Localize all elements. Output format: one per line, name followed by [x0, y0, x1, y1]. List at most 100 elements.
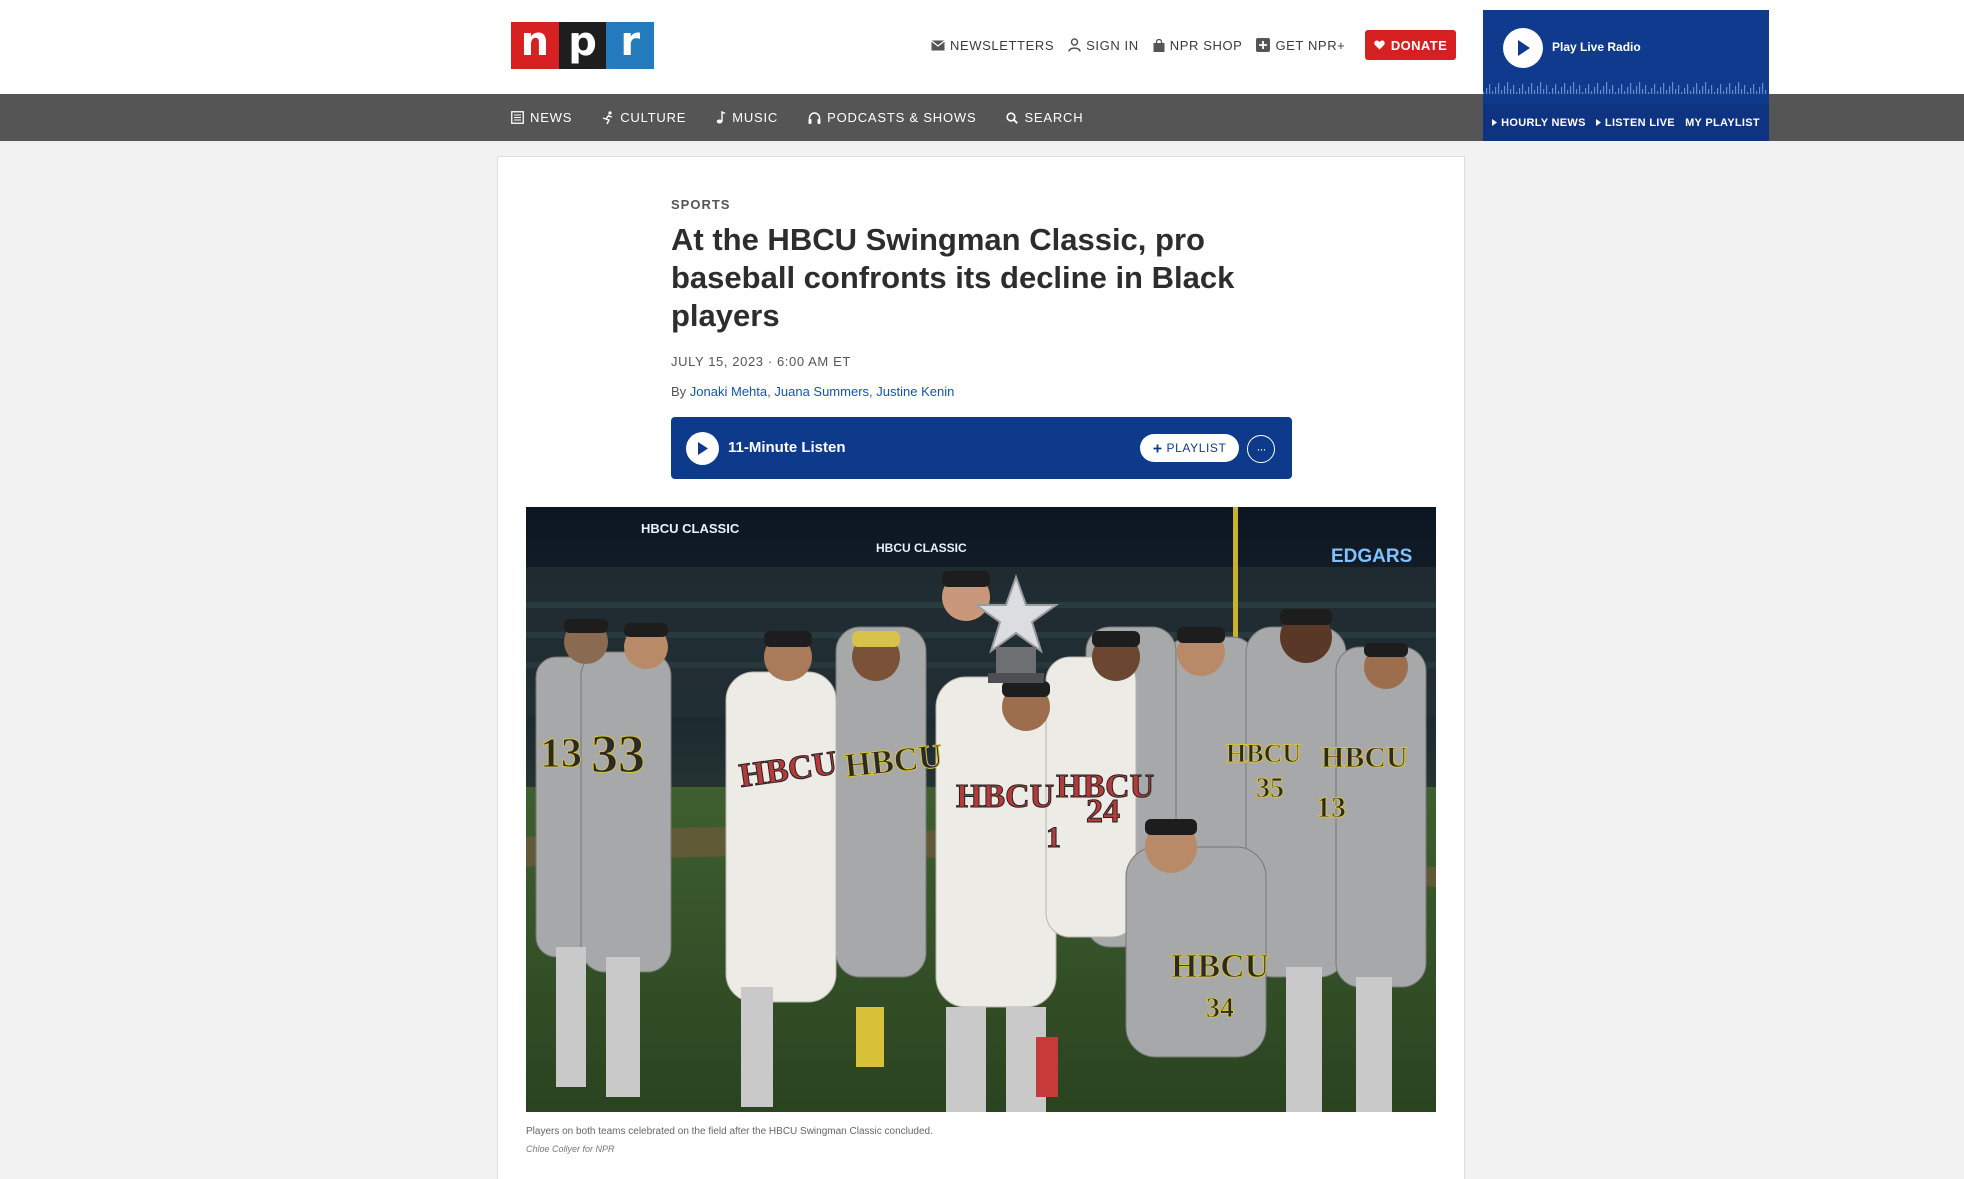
- waveform-bar: [1609, 89, 1611, 94]
- jumbotron-center-sign: HBCU CLASSIC: [876, 541, 967, 555]
- donate-button[interactable]: DONATE: [1365, 30, 1456, 60]
- waveform-bar: [1573, 82, 1575, 94]
- listen-live-label: LISTEN LIVE: [1604, 116, 1675, 129]
- waveform-bar: [1729, 83, 1731, 94]
- nav-music[interactable]: MUSIC: [716, 110, 778, 125]
- waveform-bar: [1597, 83, 1599, 94]
- audio-play-button[interactable]: [686, 432, 719, 465]
- waveform-bar: [1489, 84, 1491, 94]
- listen-live-link[interactable]: LISTEN LIVE: [1595, 116, 1675, 129]
- waveform-bar: [1669, 86, 1671, 94]
- sign-in-link[interactable]: SIGN IN: [1068, 38, 1139, 53]
- waveform-bar: [1558, 91, 1560, 94]
- jersey-number: 35: [1256, 773, 1284, 804]
- waveform-bar: [1648, 92, 1650, 94]
- waveform-bar: [1657, 91, 1659, 94]
- waveform-bar: [1675, 89, 1677, 94]
- nav-news-label: NEWS: [530, 110, 573, 125]
- article-dateline: JULY 15, 2023 · 6:00 AM ET: [671, 354, 851, 369]
- waveform-bar: [1654, 84, 1656, 94]
- author-link[interactable]: Justine Kenin: [876, 384, 954, 399]
- waveform-bar: [1738, 82, 1740, 94]
- waveform-bar: [1621, 84, 1623, 94]
- nav-news[interactable]: NEWS: [511, 110, 572, 125]
- waveform-bar: [1678, 85, 1680, 94]
- waveform-bar: [1741, 89, 1743, 94]
- edgars-sign: EDGARS: [1331, 546, 1412, 567]
- waveform-bar: [1549, 92, 1551, 94]
- article-slug[interactable]: SPORTS: [671, 197, 730, 212]
- article-headline: At the HBCU Swingman Classic, pro baseba…: [671, 222, 1235, 333]
- waveform-bar: [1537, 86, 1539, 94]
- lead-photo[interactable]: HBCU CLASSIC HBCU CLASSIC EDGARS 13 33 H…: [526, 507, 1436, 1112]
- plus-icon: [1153, 444, 1162, 452]
- waveform-bar: [1666, 90, 1668, 94]
- nav-podcasts-shows[interactable]: PODCASTS & SHOWS: [808, 110, 976, 125]
- waveform-bar: [1720, 84, 1722, 94]
- nav-music-label: MUSIC: [732, 110, 779, 125]
- author-link[interactable]: Jonaki Mehta: [690, 384, 767, 399]
- waveform-bar: [1681, 92, 1683, 94]
- waveform-bar: [1618, 88, 1620, 94]
- get-npr-plus-link[interactable]: GET NPR+: [1256, 38, 1345, 53]
- nav-culture-label: CULTURE: [620, 110, 687, 125]
- waveform-bar: [1759, 87, 1761, 94]
- waveform-bar: [1726, 87, 1728, 94]
- npr-logo[interactable]: n p r: [511, 22, 655, 69]
- my-playlist-link[interactable]: MY PLAYLIST: [1685, 117, 1760, 129]
- waveform-bar: [1747, 92, 1749, 94]
- waveform-bar: [1540, 82, 1542, 94]
- waveform-bar: [1612, 85, 1614, 94]
- jersey-lettering: HBCU: [956, 778, 1054, 815]
- author-separator: ,: [767, 384, 771, 399]
- audio-duration-label: 11-Minute Listen: [728, 439, 846, 456]
- jersey-number: 24: [1086, 793, 1120, 830]
- waveform-bar: [1510, 89, 1512, 94]
- waveform-bar: [1591, 91, 1593, 94]
- waveform-bar: [1603, 86, 1605, 94]
- nav-culture[interactable]: CULTURE: [602, 110, 686, 125]
- waveform-bar: [1579, 85, 1581, 94]
- waveform-bar: [1702, 86, 1704, 94]
- waveform-bar: [1501, 90, 1503, 94]
- waveform-bar: [1567, 90, 1569, 94]
- waveform-bar: [1585, 88, 1587, 94]
- live-radio-play-button[interactable]: [1503, 28, 1543, 68]
- nav-search[interactable]: SEARCH: [1006, 110, 1083, 125]
- jersey-number: 1: [1046, 821, 1061, 854]
- user-icon: [1068, 38, 1081, 52]
- jersey-lettering: HBCU: [1171, 948, 1269, 985]
- author-link[interactable]: Juana Summers: [774, 384, 869, 399]
- waveform-bar: [1690, 91, 1692, 94]
- live-radio-top: Play Live Radio: [1483, 10, 1769, 94]
- add-to-playlist-button[interactable]: PLAYLIST: [1140, 434, 1239, 462]
- audio-player: 11-Minute Listen PLAYLIST ···: [671, 417, 1292, 479]
- newsletters-link[interactable]: NEWSLETTERS: [931, 38, 1054, 53]
- byline-prefix: By: [671, 384, 687, 399]
- my-playlist-label: MY PLAYLIST: [1685, 116, 1760, 129]
- utility-nav: NEWSLETTERS SIGN IN NPR SHOP GET NPR+: [931, 35, 1345, 55]
- jersey-number: 13: [1316, 791, 1346, 824]
- logo-letter-p: p: [558, 22, 607, 69]
- live-radio-label[interactable]: Play Live Radio: [1552, 40, 1641, 54]
- article-card: SPORTS At the HBCU Swingman Classic, pro…: [497, 156, 1465, 1179]
- waveform-bar: [1486, 88, 1488, 94]
- waveform-bar: [1582, 92, 1584, 94]
- waveform-bar: [1636, 86, 1638, 94]
- waveform-bar: [1528, 87, 1530, 94]
- hourly-news-link[interactable]: HOURLY NEWS: [1492, 117, 1586, 129]
- jersey-number: 34: [1206, 993, 1234, 1024]
- npr-shop-link[interactable]: NPR SHOP: [1153, 38, 1243, 53]
- more-options-button[interactable]: ···: [1247, 435, 1275, 463]
- waveform-bar: [1699, 90, 1701, 94]
- shopping-bag-icon: [1153, 38, 1165, 52]
- audio-waveform-graphic: [1483, 82, 1767, 94]
- waveform-bar: [1639, 82, 1641, 94]
- play-icon: [698, 442, 708, 455]
- waveform-bar: [1522, 84, 1524, 94]
- live-radio-widget: Play Live Radio HOURLY NEWS LISTEN LIVE …: [1483, 10, 1769, 141]
- waveform-bar: [1570, 86, 1572, 94]
- waveform-bar: [1750, 88, 1752, 94]
- hourly-news-label: HOURLY NEWS: [1501, 116, 1586, 129]
- waveform-bar: [1555, 84, 1557, 94]
